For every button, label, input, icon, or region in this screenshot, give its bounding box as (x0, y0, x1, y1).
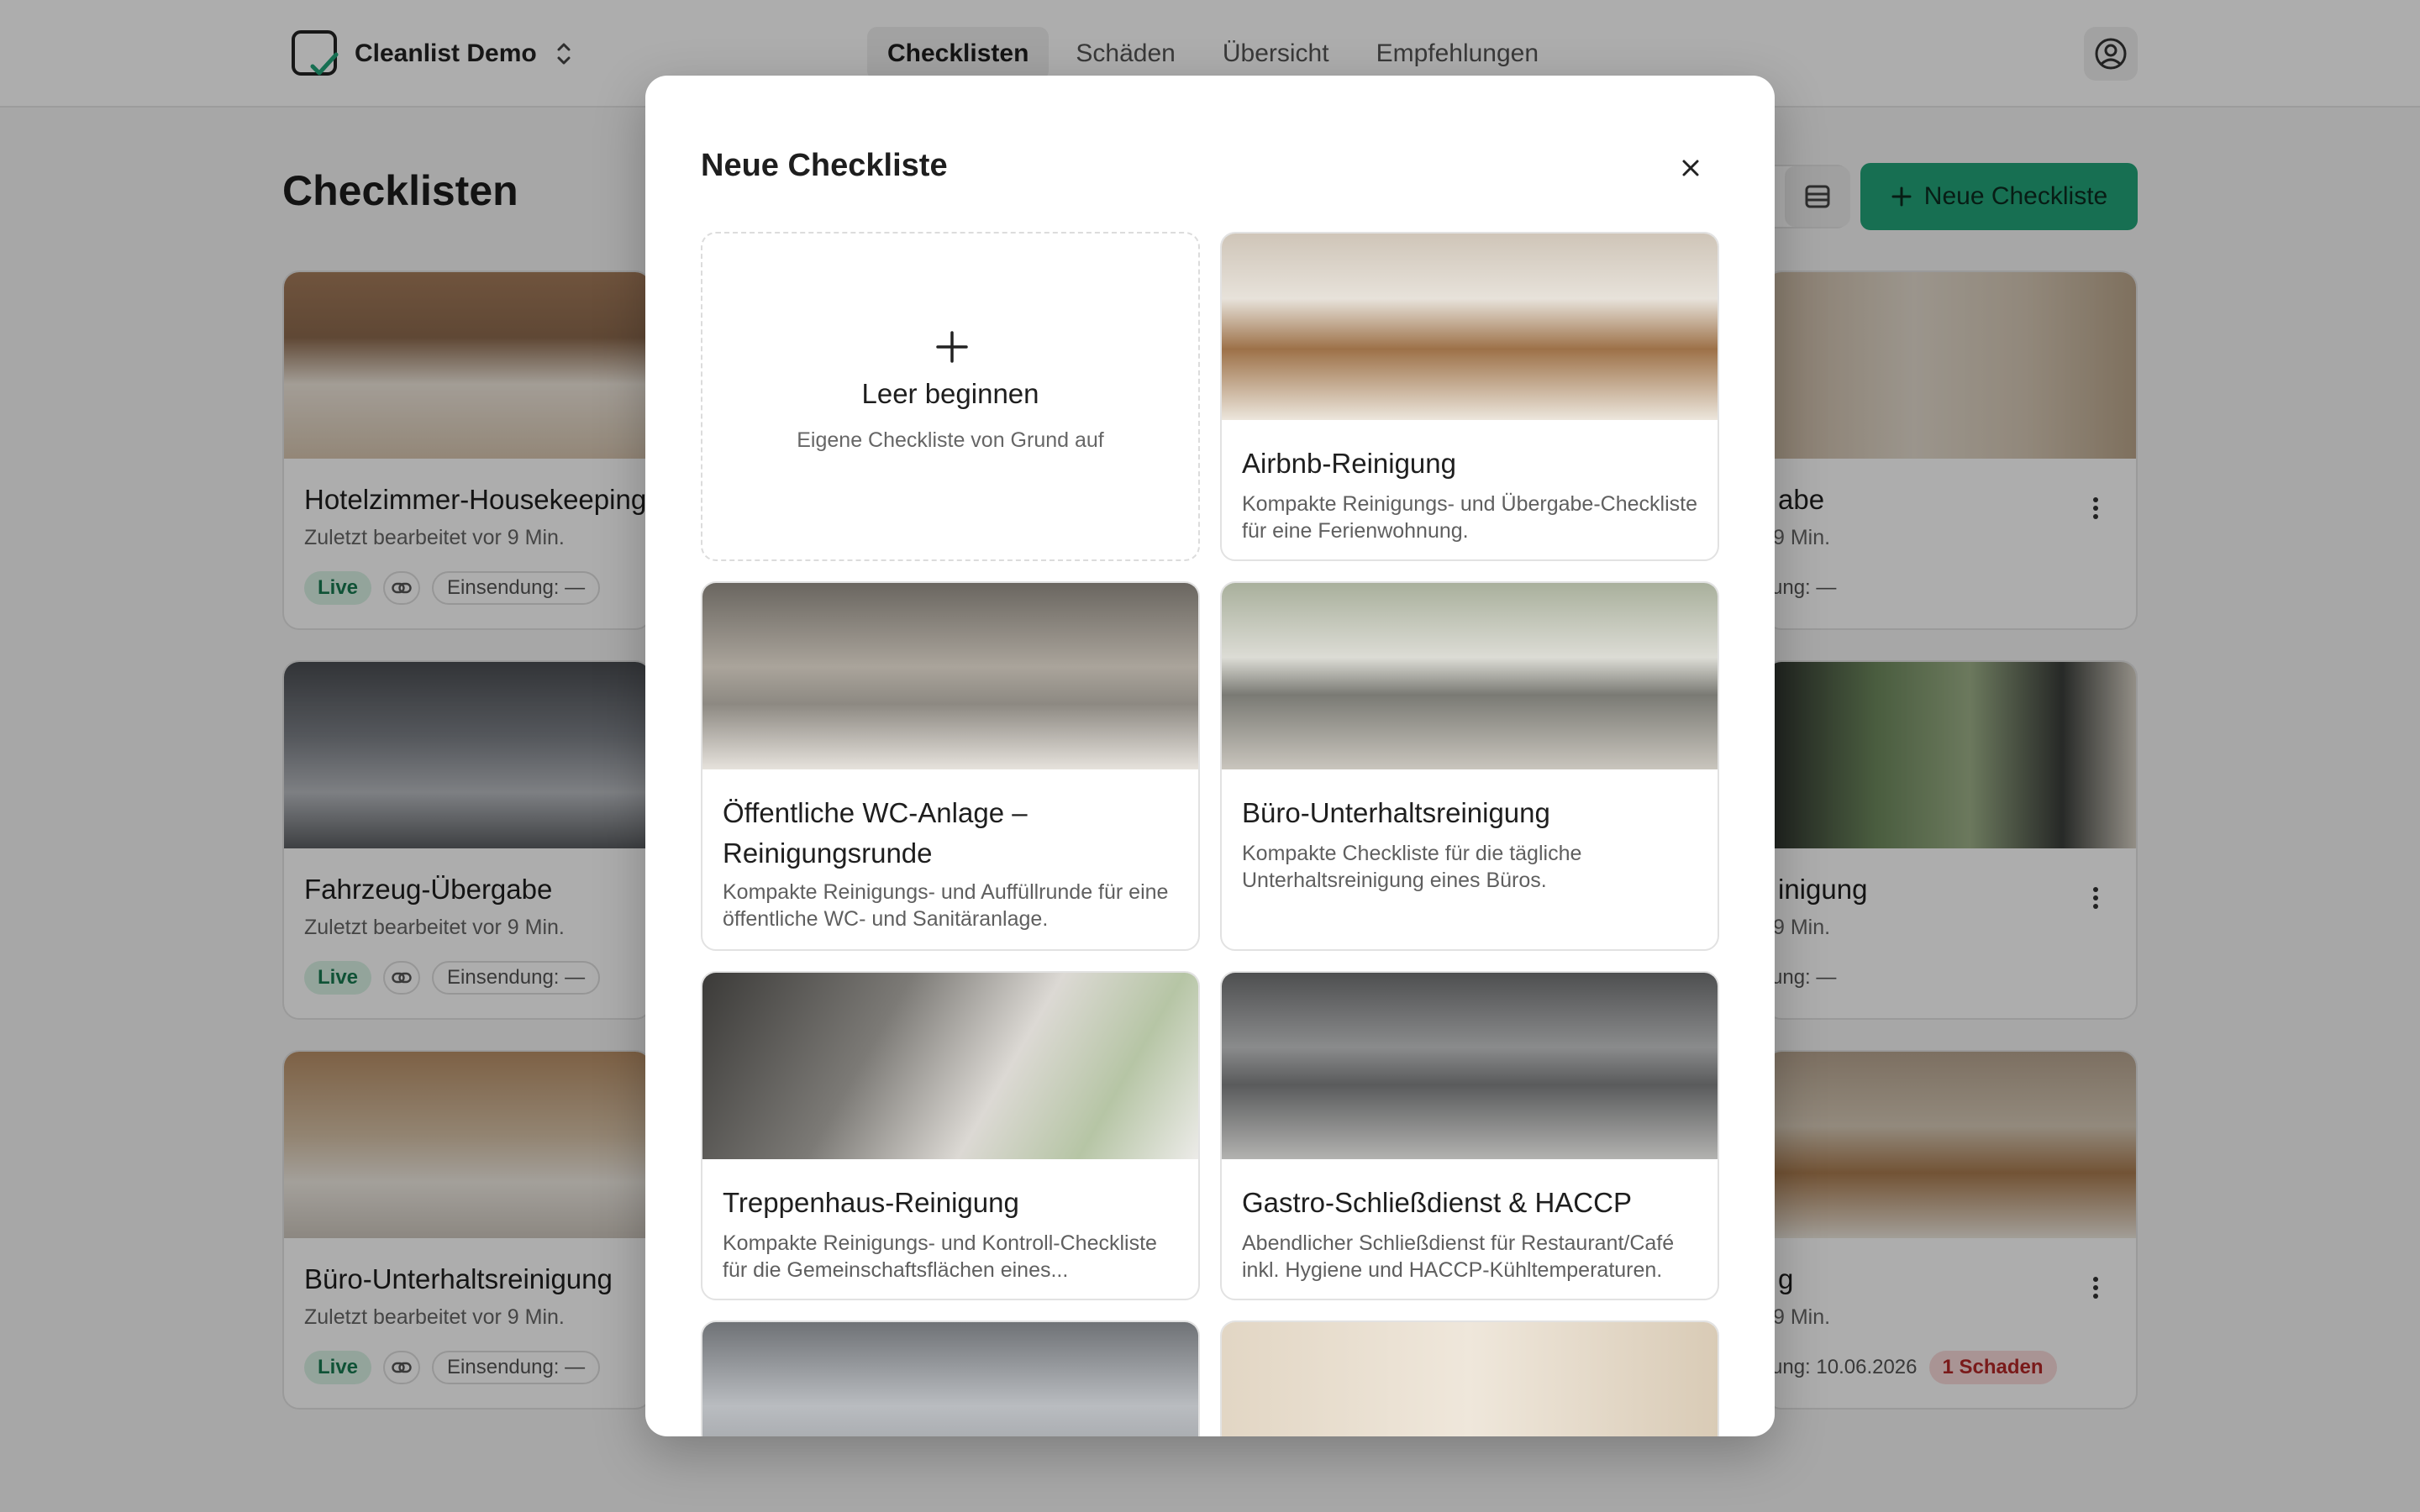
template-subtitle: Eigene Checkliste von Grund auf (797, 428, 1104, 452)
close-button[interactable] (1665, 143, 1716, 193)
template-gastro[interactable]: Gastro-Schließdienst & HACCP Abendlicher… (1220, 971, 1719, 1300)
empty-room-image (1222, 1322, 1718, 1436)
stairwell-image (702, 973, 1198, 1159)
dialog-title: Neue Checkliste (701, 148, 948, 183)
silver-car-image (702, 1322, 1198, 1436)
template-public-wc[interactable]: Öffentliche WC-Anlage – Reinigungsrunde … (701, 581, 1200, 951)
close-icon (1682, 160, 1699, 176)
template-title: Airbnb-Reinigung (1242, 448, 1456, 479)
template-description: Kompakte Checkliste für die tägliche Unt… (1242, 842, 1582, 892)
public-restroom-image (702, 583, 1198, 769)
template-office[interactable]: Büro-Unterhaltsreinigung Kompakte Checkl… (1220, 581, 1719, 951)
office-desks-image (1222, 583, 1718, 769)
plus-icon (936, 331, 968, 363)
commercial-kitchen-image (1222, 973, 1718, 1159)
template-title: Öffentliche WC-Anlage – Reinigungsrunde (723, 797, 1028, 869)
template-airbnb[interactable]: Airbnb-Reinigung Kompakte Reinigungs- un… (1220, 232, 1719, 561)
template-empty[interactable]: Leer beginnen Eigene Checkliste von Grun… (701, 232, 1200, 561)
template-title: Leer beginnen (861, 378, 1039, 409)
template-title: Treppenhaus-Reinigung (723, 1187, 1019, 1218)
template-description: Kompakte Reinigungs- und Auffüllrunde fü… (723, 880, 1169, 931)
new-checklist-dialog: Neue Checkliste Leer beginnen Eigene Che… (645, 76, 1775, 1436)
template-title: Gastro-Schließdienst & HACCP (1242, 1187, 1632, 1218)
template-description: Kompakte Reinigungs- und Kontroll-Checkl… (723, 1231, 1157, 1282)
template-description: Kompakte Reinigungs- und Übergabe-Checkl… (1242, 492, 1697, 543)
template-vehicle[interactable] (701, 1320, 1200, 1436)
template-title: Büro-Unterhaltsreinigung (1242, 797, 1550, 828)
template-stairwell[interactable]: Treppenhaus-Reinigung Kompakte Reinigung… (701, 971, 1200, 1300)
apartment-kitchen-image (1222, 234, 1718, 420)
template-description: Abendlicher Schließdienst für Restaurant… (1242, 1231, 1675, 1282)
template-apartment[interactable] (1220, 1320, 1719, 1436)
